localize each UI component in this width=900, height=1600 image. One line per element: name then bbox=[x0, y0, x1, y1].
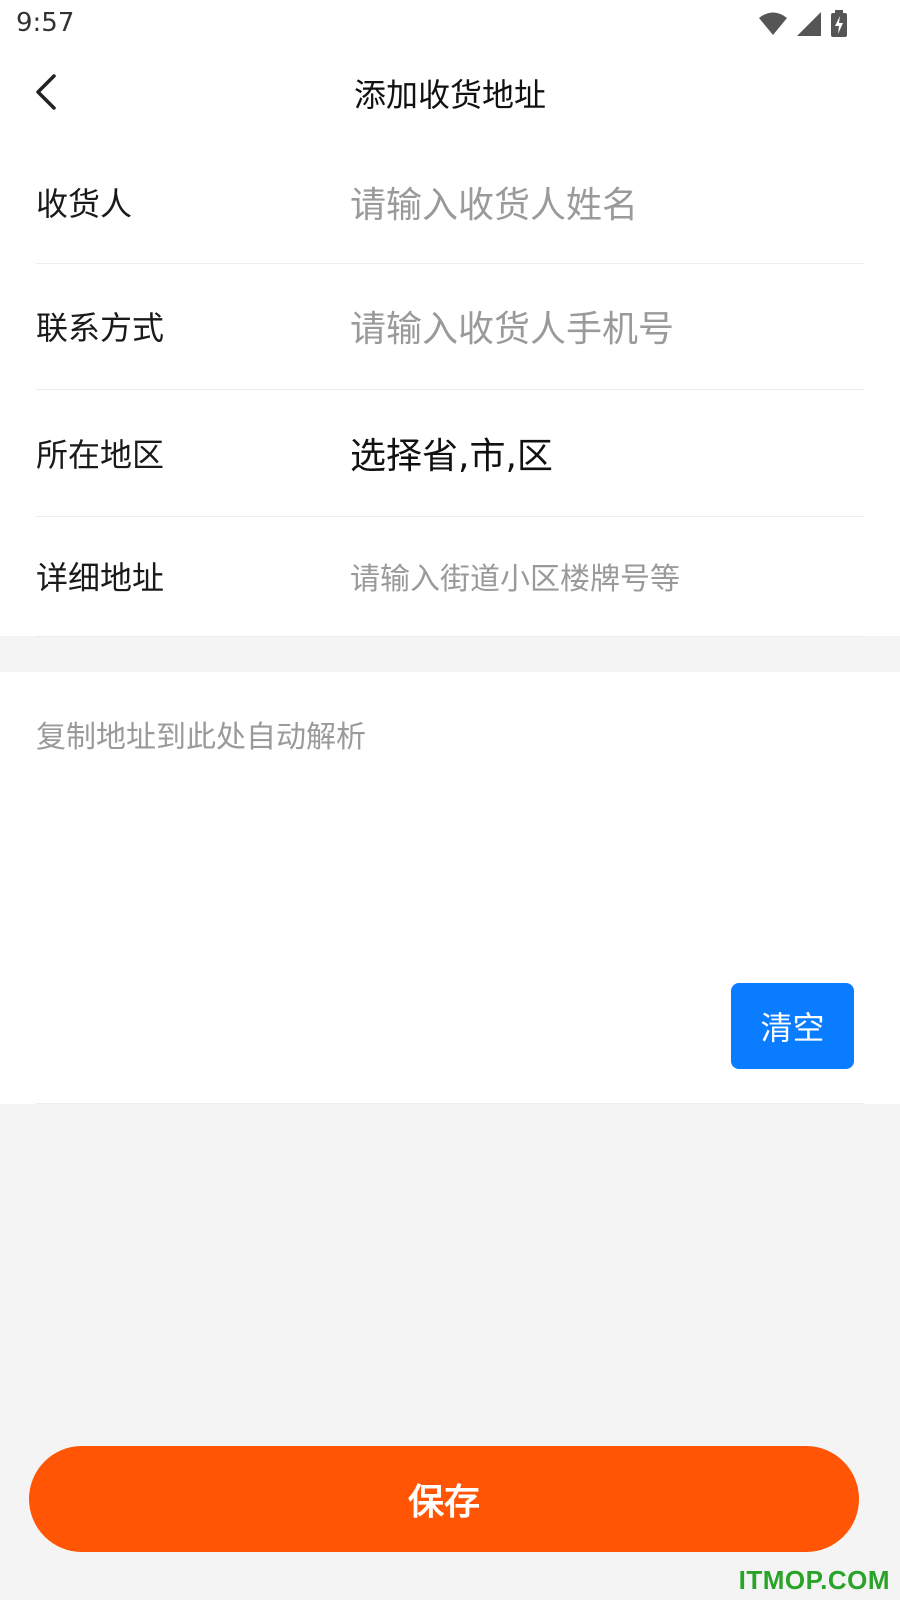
detail-address-row[interactable]: 详细地址 请输入街道小区楼牌号等 bbox=[36, 516, 864, 637]
signal-icon bbox=[796, 11, 822, 37]
detail-address-label: 详细地址 bbox=[36, 559, 165, 597]
address-parse-area[interactable]: 复制地址到此处自动解析 清空 bbox=[0, 672, 900, 1104]
contact-label: 联系方式 bbox=[36, 309, 165, 347]
save-button[interactable]: 保存 bbox=[29, 1446, 859, 1552]
nav-bar: 添加收货地址 bbox=[0, 48, 900, 140]
status-icons bbox=[758, 10, 848, 38]
site-watermark: ITMOP.COM bbox=[738, 1565, 890, 1595]
status-bar: 9:57 bbox=[0, 0, 900, 48]
recipient-label: 收货人 bbox=[36, 184, 133, 223]
parse-textarea-placeholder[interactable]: 复制地址到此处自动解析 bbox=[36, 712, 366, 756]
address-form: 收货人 请输入收货人姓名 联系方式 请输入收货人手机号 所在地区 选择省,市,区… bbox=[0, 140, 900, 637]
phone-input[interactable]: 请输入收货人手机号 bbox=[350, 300, 674, 352]
recipient-name-input[interactable]: 请输入收货人姓名 bbox=[350, 176, 638, 228]
battery-charging-icon bbox=[830, 10, 848, 38]
page-title: 添加收货地址 bbox=[353, 76, 546, 114]
region-selector[interactable]: 选择省,市,区 bbox=[350, 427, 553, 479]
clear-button[interactable]: 清空 bbox=[731, 983, 854, 1069]
region-row[interactable]: 所在地区 选择省,市,区 bbox=[36, 389, 864, 517]
status-time: 9:57 bbox=[16, 8, 75, 38]
contact-row[interactable]: 联系方式 请输入收货人手机号 bbox=[36, 263, 864, 390]
wifi-icon bbox=[758, 11, 788, 37]
recipient-row[interactable]: 收货人 请输入收货人姓名 bbox=[36, 140, 864, 264]
region-label: 所在地区 bbox=[36, 435, 165, 474]
detail-address-input[interactable]: 请输入街道小区楼牌号等 bbox=[350, 554, 680, 598]
